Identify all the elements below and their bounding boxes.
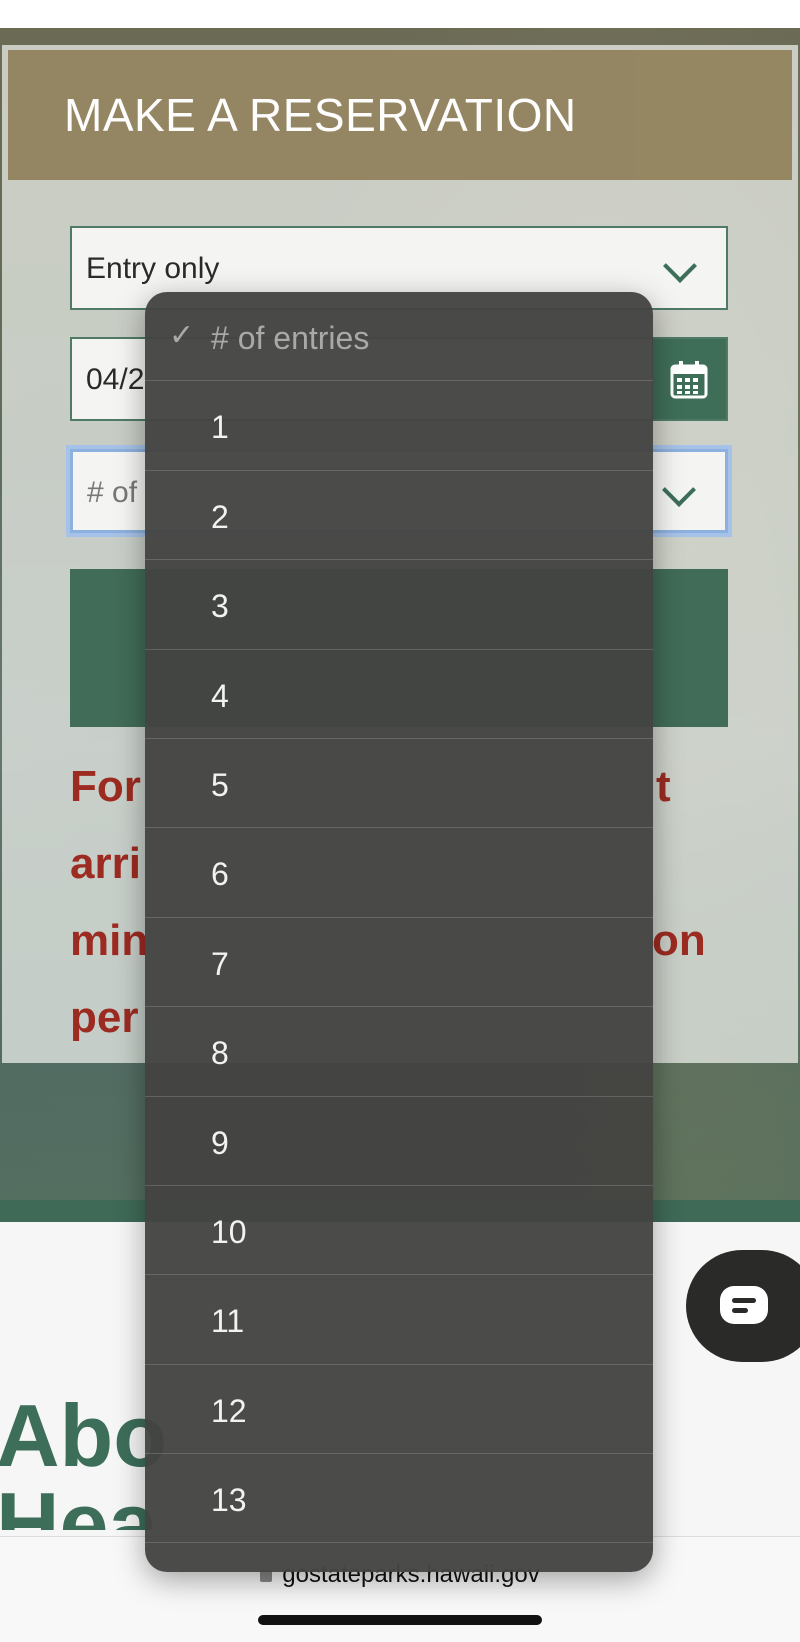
checkmark-icon: ✓ bbox=[169, 319, 195, 352]
dropdown-option[interactable]: 7 bbox=[145, 918, 653, 1008]
dropdown-option[interactable]: 13 bbox=[145, 1454, 653, 1544]
dropdown-option[interactable]: 6 bbox=[145, 828, 653, 918]
dropdown-option[interactable]: 4 bbox=[145, 650, 653, 739]
reservation-banner: MAKE A RESERVATION bbox=[8, 50, 792, 180]
home-indicator bbox=[258, 1615, 542, 1625]
chat-button[interactable] bbox=[686, 1250, 800, 1362]
dropdown-option[interactable]: 12 bbox=[145, 1365, 653, 1455]
about-heading: Abo bbox=[0, 1386, 168, 1485]
dropdown-option[interactable]: 3 bbox=[145, 560, 653, 650]
status-bar bbox=[0, 0, 800, 28]
calendar-icon bbox=[670, 361, 708, 399]
chevron-down-icon bbox=[662, 473, 696, 507]
dropdown-option[interactable]: 5 bbox=[145, 739, 653, 829]
about-heading-line2: Hea bbox=[0, 1480, 158, 1530]
dropdown-option[interactable]: 2 bbox=[145, 471, 653, 561]
entry-type-value: Entry only bbox=[86, 252, 220, 285]
date-value: 04/2 bbox=[86, 363, 145, 396]
entries-count-value: # of bbox=[87, 476, 138, 509]
calendar-button[interactable] bbox=[652, 339, 726, 419]
dropdown-option[interactable]: 11 bbox=[145, 1275, 653, 1365]
page-title: MAKE A RESERVATION bbox=[64, 89, 577, 141]
chat-icon bbox=[720, 1286, 768, 1324]
entries-dropdown-menu: ✓ # of entries 1 2 3 4 5 6 7 8 9 10 11 1… bbox=[145, 292, 653, 1572]
dropdown-option[interactable]: 1 bbox=[145, 381, 653, 471]
dropdown-option[interactable]: 10 bbox=[145, 1186, 653, 1276]
dropdown-option-placeholder[interactable]: ✓ # of entries bbox=[145, 292, 653, 382]
dropdown-option[interactable]: 8 bbox=[145, 1007, 653, 1097]
dropdown-option[interactable]: 9 bbox=[145, 1097, 653, 1186]
chevron-down-icon bbox=[663, 249, 697, 283]
